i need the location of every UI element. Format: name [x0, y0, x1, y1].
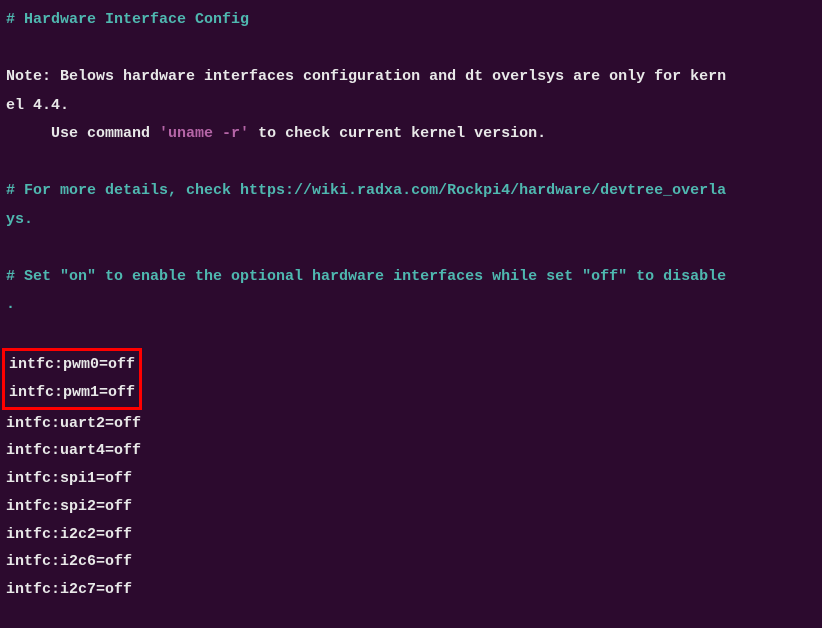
intfc-uart4: intfc:uart4=off — [6, 437, 816, 465]
comment-set-b: . — [6, 291, 816, 320]
comment-header: # Hardware Interface Config — [6, 6, 816, 35]
intfc-spi1: intfc:spi1=off — [6, 465, 816, 493]
intfc-pwm1: intfc:pwm1=off — [9, 379, 135, 407]
intfc-uart2: intfc:uart2=off — [6, 410, 816, 438]
intfc-i2c6: intfc:i2c6=off — [6, 548, 816, 576]
intfc-pwm0: intfc:pwm0=off — [9, 351, 135, 379]
comment-set-a: # Set "on" to enable the optional hardwa… — [6, 263, 816, 292]
blank-line — [6, 320, 816, 349]
comment-details-a: # For more details, check https://wiki.r… — [6, 177, 816, 206]
note-line-1a: Note: Belows hardware interfaces configu… — [6, 63, 816, 92]
intfc-spi2: intfc:spi2=off — [6, 493, 816, 521]
note-text-suffix: to check current kernel version. — [249, 125, 546, 142]
note-line-1b: el 4.4. — [6, 92, 816, 121]
string-uname: 'uname -r' — [159, 125, 249, 142]
blank-line — [6, 149, 816, 178]
blank-line — [6, 234, 816, 263]
comment-details-b: ys. — [6, 206, 816, 235]
intfc-i2c2: intfc:i2c2=off — [6, 521, 816, 549]
note-text-prefix: Use command — [6, 125, 159, 142]
note-line-2: Use command 'uname -r' to check current … — [6, 120, 816, 149]
config-file-view: # Hardware Interface Config Note: Belows… — [6, 6, 816, 604]
highlight-box: intfc:pwm0=off intfc:pwm1=off — [6, 348, 816, 410]
intfc-i2c7: intfc:i2c7=off — [6, 576, 816, 604]
blank-line — [6, 35, 816, 64]
